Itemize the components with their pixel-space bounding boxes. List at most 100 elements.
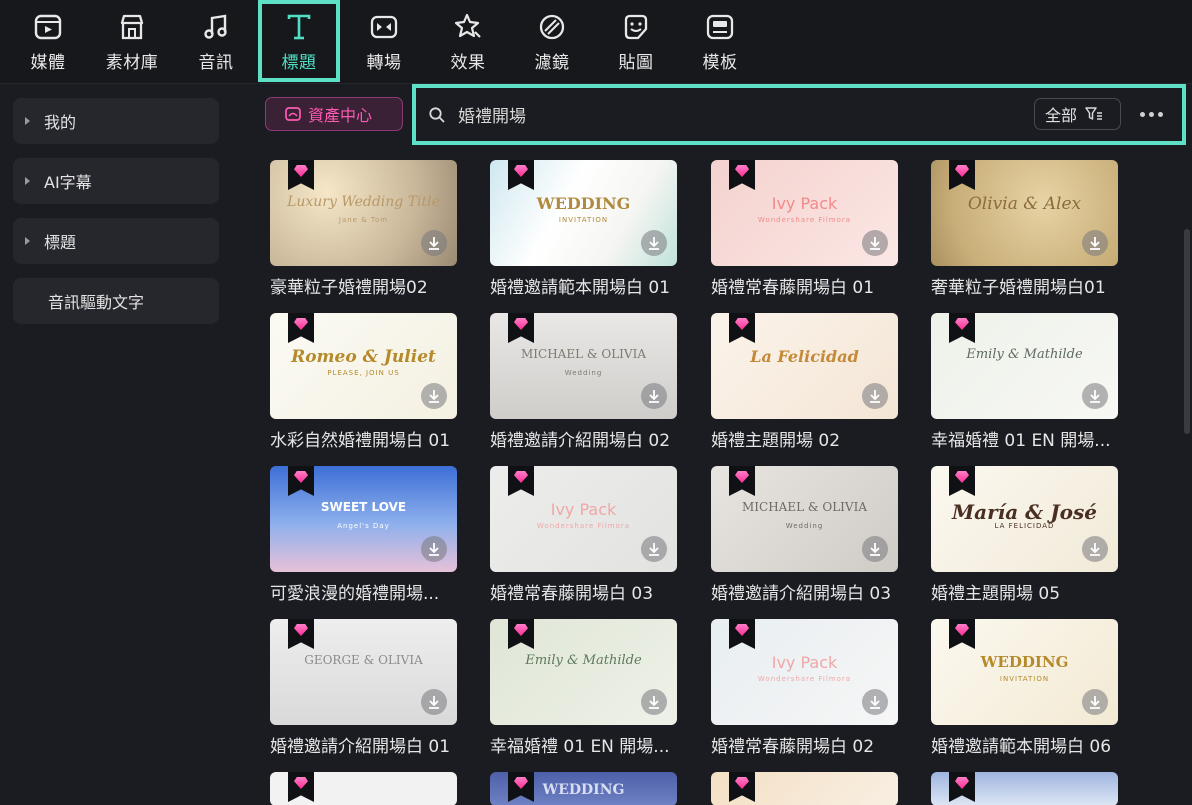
download-icon[interactable]	[421, 383, 447, 409]
title-card[interactable]: Ivy Pack Wondershare Filmora 婚禮常春藤開場白 03	[490, 466, 677, 604]
title-thumbnail[interactable]: GEORGE & OLIVIA	[270, 619, 457, 725]
more-options-icon[interactable]	[1134, 102, 1168, 126]
tab-stock-library[interactable]: 素材庫	[92, 0, 172, 83]
download-icon[interactable]	[421, 689, 447, 715]
title-thumbnail[interactable]: WEDDING INVITATION	[490, 160, 677, 266]
title-card-caption: 婚禮常春藤開場白 02	[711, 737, 875, 757]
title-card[interactable]	[931, 772, 1118, 805]
title-card[interactable]	[711, 772, 898, 805]
tab-effects[interactable]: 效果	[428, 0, 508, 83]
tab-stickers[interactable]: 貼圖	[596, 0, 676, 83]
asset-center-button[interactable]: 資產中心	[265, 97, 403, 131]
title-thumbnail[interactable]: MICHAEL & OLIVIA Wedding	[490, 313, 677, 419]
thumbnail-title-text: Emily & Mathilde	[525, 653, 642, 668]
download-icon[interactable]	[1082, 383, 1108, 409]
title-thumbnail[interactable]: María & José LA FELICIDAD	[931, 466, 1118, 572]
title-card[interactable]: Ivy Pack Wondershare Filmora 婚禮常春藤開場白 02	[711, 619, 898, 757]
title-card-caption: 幸福婚禮 01 EN 開場...	[931, 431, 1111, 451]
download-icon[interactable]	[421, 230, 447, 256]
sidebar-item-titles[interactable]: 標題	[13, 218, 219, 264]
scrollbar[interactable]	[1184, 229, 1190, 434]
title-t-icon	[283, 11, 315, 43]
tab-filters[interactable]: 濾鏡	[512, 0, 592, 83]
download-icon[interactable]	[862, 383, 888, 409]
download-icon[interactable]	[1082, 230, 1108, 256]
premium-badge	[729, 772, 755, 802]
premium-badge	[508, 619, 534, 649]
download-icon[interactable]	[641, 536, 667, 562]
download-icon[interactable]	[862, 536, 888, 562]
title-thumbnail[interactable]: Romeo & Juliet PLEASE, JOIN US	[270, 313, 457, 419]
title-thumbnail[interactable]	[270, 772, 457, 805]
title-card[interactable]: Olivia & Alex 奢華粒子婚禮開場白01	[931, 160, 1118, 298]
download-icon[interactable]	[421, 536, 447, 562]
title-card[interactable]: María & José LA FELICIDAD 婚禮主題開場 05	[931, 466, 1118, 604]
title-thumbnail[interactable]: Ivy Pack Wondershare Filmora	[711, 160, 898, 266]
tab-transitions[interactable]: 轉場	[344, 0, 424, 83]
title-thumbnail[interactable]: Ivy Pack Wondershare Filmora	[711, 619, 898, 725]
title-thumbnail[interactable]: SWEET LOVE Angel's Day	[270, 466, 457, 572]
premium-gem-icon	[294, 165, 308, 177]
title-card[interactable]: MICHAEL & OLIVIA Wedding 婚禮邀請介紹開場白 02	[490, 313, 677, 451]
tab-label: 音訊	[198, 53, 234, 73]
download-icon[interactable]	[641, 383, 667, 409]
title-card[interactable]: Ivy Pack Wondershare Filmora 婚禮常春藤開場白 01	[711, 160, 898, 298]
tab-titles[interactable]: 標題	[258, 0, 340, 82]
title-card[interactable]: WEDDING	[490, 772, 677, 805]
download-icon[interactable]	[862, 230, 888, 256]
title-thumbnail[interactable]: Ivy Pack Wondershare Filmora	[490, 466, 677, 572]
filter-funnel-icon	[1085, 106, 1103, 122]
thumbnail-subtitle-text: INVITATION	[558, 216, 609, 224]
title-card[interactable]: Romeo & Juliet PLEASE, JOIN US 水彩自然婚禮開場白 0…	[270, 313, 457, 451]
title-card-caption: 婚禮邀請介紹開場白 03	[711, 584, 892, 604]
title-thumbnail[interactable]	[711, 772, 898, 805]
premium-badge	[288, 466, 314, 496]
title-card[interactable]: WEDDING INVITATION 婚禮邀請範本開場白 01	[490, 160, 677, 298]
premium-gem-icon	[294, 777, 308, 789]
sidebar-item-mine[interactable]: 我的	[13, 98, 219, 144]
premium-gem-icon	[514, 777, 528, 789]
title-thumbnail[interactable]: WEDDING	[490, 772, 677, 805]
title-thumbnail[interactable]: Emily & Mathilde	[931, 313, 1118, 419]
caret-right-icon	[25, 117, 30, 125]
sidebar-item-label: 音訊驅動文字	[48, 293, 145, 312]
download-icon[interactable]	[641, 230, 667, 256]
title-thumbnail[interactable]: Emily & Mathilde	[490, 619, 677, 725]
title-thumbnail[interactable]: WEDDING INVITATION	[931, 619, 1118, 725]
thumbnail-title-text: GEORGE & OLIVIA	[304, 653, 423, 667]
title-card[interactable]: WEDDING INVITATION 婚禮邀請範本開場白 06	[931, 619, 1118, 757]
download-icon[interactable]	[1082, 536, 1108, 562]
title-card[interactable]: MICHAEL & OLIVIA Wedding 婚禮邀請介紹開場白 03	[711, 466, 898, 604]
sidebar-item-ai-captions[interactable]: AI字幕	[13, 158, 219, 204]
title-thumbnail[interactable]: La Felicidad	[711, 313, 898, 419]
search-input[interactable]	[458, 104, 1018, 125]
title-card[interactable]: SWEET LOVE Angel's Day 可愛浪漫的婚禮開場...	[270, 466, 457, 604]
title-card-caption: 婚禮邀請介紹開場白 02	[490, 431, 671, 451]
thumbnail-title-text: María & José	[952, 500, 1097, 524]
title-thumbnail[interactable]	[931, 772, 1118, 805]
tab-templates[interactable]: 模板	[680, 0, 760, 83]
title-thumbnail[interactable]: Luxury Wedding Title Jane & Tom	[270, 160, 457, 266]
title-card[interactable]: Luxury Wedding Title Jane & Tom 豪華粒子婚禮開場02	[270, 160, 457, 298]
premium-badge	[949, 772, 975, 802]
title-card[interactable]: GEORGE & OLIVIA 婚禮邀請介紹開場白 01	[270, 619, 457, 757]
download-icon[interactable]	[1082, 689, 1108, 715]
download-icon[interactable]	[862, 689, 888, 715]
thumbnail-title-text: WEDDING	[980, 653, 1069, 671]
title-card[interactable]: La Felicidad 婚禮主題開場 02	[711, 313, 898, 451]
title-card[interactable]: Emily & Mathilde 幸福婚禮 01 EN 開場...	[931, 313, 1118, 451]
tab-audio[interactable]: 音訊	[176, 0, 256, 83]
tab-media[interactable]: 媒體	[8, 0, 88, 83]
premium-gem-icon	[294, 318, 308, 330]
title-thumbnail[interactable]: Olivia & Alex	[931, 160, 1118, 266]
download-icon[interactable]	[641, 689, 667, 715]
sidebar-item-audio-driven-text[interactable]: 音訊驅動文字	[13, 278, 219, 324]
filter-button[interactable]: 全部	[1034, 98, 1121, 130]
tab-label: 素材庫	[105, 53, 159, 73]
title-card[interactable]	[270, 772, 457, 805]
filter-label: 全部	[1045, 106, 1078, 125]
title-card-caption: 婚禮邀請範本開場白 01	[490, 278, 671, 298]
title-card[interactable]: Emily & Mathilde 幸福婚禮 01 EN 開場...	[490, 619, 677, 757]
title-thumbnail[interactable]: MICHAEL & OLIVIA Wedding	[711, 466, 898, 572]
premium-gem-icon	[735, 318, 749, 330]
